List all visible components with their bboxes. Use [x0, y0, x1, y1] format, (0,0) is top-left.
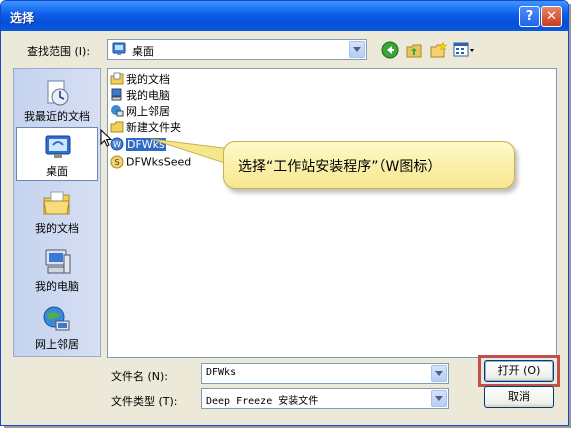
recent-docs-icon: [42, 77, 72, 107]
place-network-label: 网上邻居: [35, 338, 79, 351]
callout-tail: [150, 131, 232, 171]
lookin-dropdown-arrow[interactable]: [349, 41, 365, 58]
lookin-label: 查找范围 (I):: [27, 45, 91, 58]
file-list[interactable]: 我的文档 我的电脑 网上邻居 新建文件夹 W DFWks S DFWksSeed: [107, 68, 557, 358]
close-icon: ✕: [546, 9, 557, 24]
my-documents-icon: [42, 189, 72, 219]
dfwksseed-app-icon: S: [110, 155, 124, 169]
help-icon: ?: [525, 9, 534, 24]
mouse-pointer-icon: [100, 128, 114, 149]
list-item[interactable]: 我的文档: [110, 71, 170, 87]
cancel-button[interactable]: 取消: [484, 386, 554, 408]
place-network[interactable]: 网上邻居: [16, 301, 98, 355]
my-computer-icon: [110, 88, 124, 102]
place-my-computer-label: 我的电脑: [35, 280, 79, 293]
filename-value: DFWks: [206, 367, 237, 378]
place-my-documents[interactable]: 我的文档: [16, 185, 98, 239]
filetype-label: 文件类型 (T):: [111, 395, 178, 408]
open-button[interactable]: 打开 (O): [484, 360, 554, 382]
file-dialog-window: 选择 ? ✕ 查找范围 (I): 桌面 我最近的文档 桌面 我的文档 我的电脑 …: [0, 0, 569, 426]
places-bar: 我最近的文档 桌面 我的文档 我的电脑 网上邻居: [13, 68, 101, 357]
file-name: 我的文档: [126, 73, 170, 86]
file-name: 网上邻居: [126, 105, 170, 118]
filename-dropdown-arrow[interactable]: [431, 365, 447, 382]
filetype-dropdown-arrow[interactable]: [431, 390, 447, 407]
my-computer-icon: [42, 247, 72, 277]
place-my-computer[interactable]: 我的电脑: [16, 243, 98, 297]
close-button[interactable]: ✕: [541, 6, 562, 27]
callout-text: 选择“工作站安装程序”（W图标）: [238, 159, 442, 175]
svg-text:W: W: [113, 140, 121, 149]
help-button[interactable]: ?: [519, 6, 540, 27]
up-folder-icon[interactable]: [405, 41, 423, 59]
filetype-select[interactable]: Deep Freeze 安装文件: [201, 388, 449, 409]
view-menu-icon[interactable]: [453, 41, 475, 59]
list-item[interactable]: 我的电脑: [110, 87, 170, 103]
desktop-icon: [43, 132, 73, 162]
filename-field[interactable]: DFWks: [201, 363, 449, 384]
place-desktop[interactable]: 桌面: [16, 127, 98, 181]
desktop-small-icon: [112, 42, 126, 56]
file-name: 我的电脑: [126, 89, 170, 102]
filename-label: 文件名 (N):: [111, 370, 169, 383]
back-icon[interactable]: [381, 41, 399, 59]
list-item[interactable]: 网上邻居: [110, 103, 170, 119]
new-folder-icon[interactable]: [429, 41, 448, 59]
place-desktop-label: 桌面: [46, 165, 68, 178]
window-title: 选择: [10, 11, 35, 25]
title-bar[interactable]: 选择 ? ✕: [1, 1, 568, 31]
lookin-combo[interactable]: 桌面: [107, 39, 367, 60]
my-documents-icon: [110, 72, 124, 86]
place-recent-label: 我最近的文档: [24, 110, 90, 123]
place-my-documents-label: 我的文档: [35, 222, 79, 235]
lookin-value: 桌面: [132, 45, 154, 58]
place-recent[interactable]: 我最近的文档: [16, 73, 98, 127]
svg-text:S: S: [114, 158, 119, 167]
filetype-value: Deep Freeze 安装文件: [206, 396, 319, 407]
network-places-icon: [42, 305, 72, 335]
network-places-icon: [110, 104, 124, 118]
instruction-callout: 选择“工作站安装程序”（W图标）: [223, 141, 515, 189]
